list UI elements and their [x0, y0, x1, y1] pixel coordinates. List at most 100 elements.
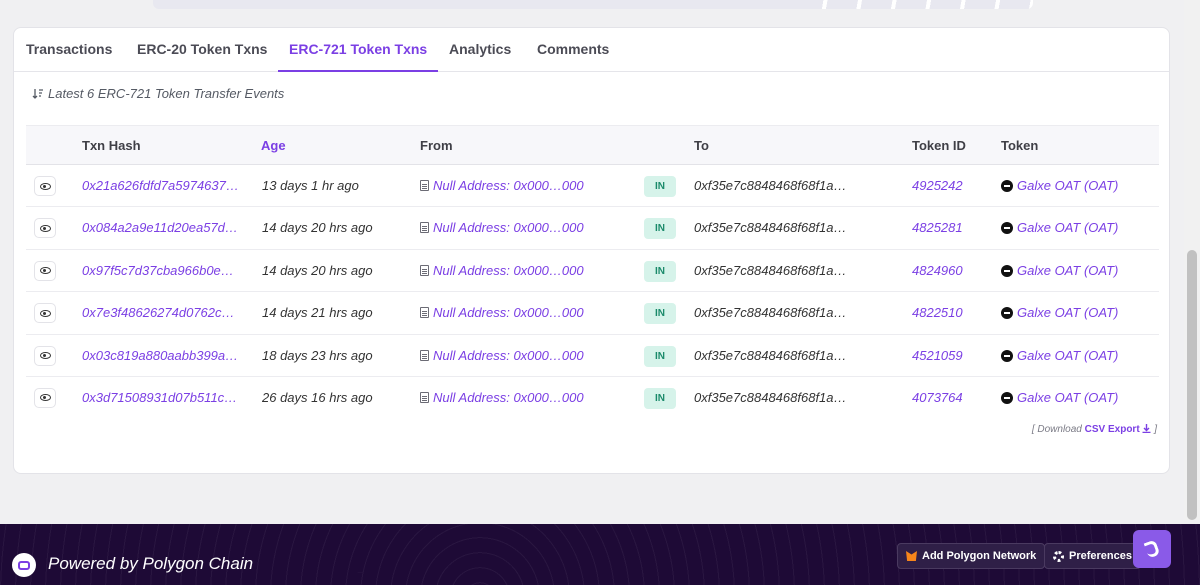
- txn-hash-link[interactable]: 0x3d71508931d07b511c…: [82, 377, 244, 419]
- tab-analytics[interactable]: Analytics: [449, 28, 511, 72]
- view-details-button[interactable]: [34, 303, 56, 324]
- from-address: Null Address: 0x000…000: [420, 165, 584, 207]
- eye-icon: [39, 182, 51, 190]
- transfer-rows: 0x21a626fdfd7a5974637… 13 days 1 hr ago …: [26, 165, 1159, 419]
- col-to: To: [694, 138, 709, 153]
- col-token: Token: [1001, 138, 1039, 153]
- token-link[interactable]: Galxe OAT (OAT): [1017, 390, 1118, 405]
- token-cell: Galxe OAT (OAT): [1001, 292, 1118, 334]
- txn-hash-link[interactable]: 0x21a626fdfd7a5974637…: [82, 165, 244, 207]
- document-icon: [420, 180, 429, 191]
- direction-badge: IN: [644, 387, 676, 409]
- token-cell: Galxe OAT (OAT): [1001, 165, 1118, 207]
- top-banner-strip: [153, 0, 1033, 9]
- to-address: 0xf35e7c8848468f68f1a…: [694, 220, 847, 236]
- token-logo-icon: [1001, 264, 1013, 277]
- txn-hash-link[interactable]: 0x97f5c7d37cba966b0e…: [82, 250, 244, 292]
- token-transfers-card: Transactions ERC-20 Token Txns ERC-721 T…: [13, 27, 1170, 474]
- tab-erc20-token-txns[interactable]: ERC-20 Token Txns: [137, 28, 267, 72]
- token-id-link[interactable]: 4822510: [912, 292, 963, 334]
- direction-badge: IN: [644, 260, 676, 282]
- add-polygon-network-button[interactable]: Add Polygon Network: [897, 543, 1046, 569]
- view-details-button[interactable]: [34, 218, 56, 239]
- from-address-link[interactable]: Null Address: 0x000…000: [433, 348, 584, 363]
- token-id-link[interactable]: 4925242: [912, 165, 963, 207]
- sort-descending-icon: [32, 88, 43, 99]
- txn-age: 13 days 1 hr ago: [262, 178, 359, 193]
- token-link[interactable]: Galxe OAT (OAT): [1017, 220, 1118, 235]
- document-icon: [420, 222, 429, 234]
- txn-age: 26 days 16 hrs ago: [262, 389, 373, 405]
- token-id-link[interactable]: 4825281: [912, 207, 963, 249]
- download-csv: [ Download CSV Export ]: [1031, 424, 1157, 435]
- txn-hash-link[interactable]: 0x084a2a9e11d20ea57d…: [82, 207, 244, 249]
- txn-age: 14 days 20 hrs ago: [262, 220, 373, 236]
- to-address: 0xf35e7c8848468f68f1a…: [694, 347, 847, 363]
- col-age[interactable]: Age: [261, 126, 286, 166]
- document-icon: [420, 391, 429, 403]
- token-link[interactable]: Galxe OAT (OAT): [1017, 263, 1118, 278]
- back-to-top-icon: [1143, 539, 1161, 559]
- token-id-link[interactable]: 4073764: [912, 377, 963, 419]
- txn-hash-link[interactable]: 0x7e3f48626274d0762c…: [82, 292, 244, 334]
- col-from: From: [420, 138, 453, 153]
- txn-age: 18 days 23 hrs ago: [262, 347, 373, 363]
- tab-erc721-token-txns[interactable]: ERC-721 Token Txns: [278, 28, 439, 72]
- document-icon: [420, 349, 429, 361]
- powered-by-text: Powered by Polygon Chain: [48, 554, 254, 573]
- transfer-events-subtitle: Latest 6 ERC-721 Token Transfer Events: [32, 86, 284, 101]
- token-cell: Galxe OAT (OAT): [1001, 335, 1118, 377]
- view-details-button[interactable]: [34, 176, 56, 196]
- token-cell: Galxe OAT (OAT): [1001, 207, 1118, 249]
- from-address-link[interactable]: Null Address: 0x000…000: [433, 390, 584, 405]
- document-icon: [420, 264, 429, 276]
- from-address: Null Address: 0x000…000: [420, 250, 584, 292]
- csv-export-link[interactable]: CSV Export: [1085, 424, 1140, 435]
- view-details-button[interactable]: [34, 260, 56, 281]
- table-row: 0x3d71508931d07b511c… 26 days 16 hrs ago…: [26, 377, 1159, 419]
- from-address-link[interactable]: Null Address: 0x000…000: [433, 178, 584, 193]
- view-details-button[interactable]: [34, 387, 56, 408]
- to-address: 0xf35e7c8848468f68f1a…: [694, 178, 847, 193]
- view-details-button[interactable]: [34, 345, 56, 366]
- txn-age: 14 days 21 hrs ago: [262, 305, 373, 321]
- preferences-button[interactable]: Preferences: [1044, 543, 1141, 569]
- table-row: 0x21a626fdfd7a5974637… 13 days 1 hr ago …: [26, 165, 1159, 208]
- token-logo-icon: [1001, 349, 1013, 362]
- back-to-top-button[interactable]: [1133, 530, 1171, 568]
- token-logo-icon: [1001, 180, 1013, 192]
- token-link[interactable]: Galxe OAT (OAT): [1017, 178, 1118, 193]
- scrollbar-thumb[interactable]: [1187, 250, 1197, 520]
- from-address-link[interactable]: Null Address: 0x000…000: [433, 305, 584, 320]
- token-link[interactable]: Galxe OAT (OAT): [1017, 348, 1118, 363]
- token-logo-icon: [1001, 391, 1013, 404]
- gear-icon: [1053, 550, 1064, 562]
- txn-hash-link[interactable]: 0x03c819a880aabb399a…: [82, 335, 244, 377]
- tab-bar: Transactions ERC-20 Token Txns ERC-721 T…: [14, 28, 1169, 72]
- col-txn-hash: Txn Hash: [82, 138, 141, 153]
- col-token-id: Token ID: [912, 138, 966, 153]
- tab-transactions[interactable]: Transactions: [26, 28, 112, 72]
- direction-badge: IN: [644, 218, 676, 240]
- table-row: 0x97f5c7d37cba966b0e… 14 days 20 hrs ago…: [26, 250, 1159, 293]
- to-address: 0xf35e7c8848468f68f1a…: [694, 262, 847, 278]
- eye-icon: [39, 309, 51, 317]
- from-address-link[interactable]: Null Address: 0x000…000: [433, 220, 584, 235]
- from-address-link[interactable]: Null Address: 0x000…000: [433, 263, 584, 278]
- table-row: 0x084a2a9e11d20ea57d… 14 days 20 hrs ago…: [26, 207, 1159, 250]
- token-link[interactable]: Galxe OAT (OAT): [1017, 305, 1118, 320]
- document-icon: [420, 307, 429, 319]
- token-id-link[interactable]: 4824960: [912, 250, 963, 292]
- site-footer: Powered by Polygon Chain Add Polygon Net…: [0, 524, 1200, 585]
- token-id-link[interactable]: 4521059: [912, 335, 963, 377]
- eye-icon: [39, 224, 51, 232]
- tab-comments[interactable]: Comments: [537, 28, 609, 72]
- polygon-logo-icon: [12, 553, 36, 577]
- from-address: Null Address: 0x000…000: [420, 377, 584, 419]
- to-address: 0xf35e7c8848468f68f1a…: [694, 305, 847, 321]
- direction-badge: IN: [644, 176, 676, 197]
- token-logo-icon: [1001, 307, 1013, 320]
- download-icon[interactable]: [1142, 424, 1151, 434]
- scrollbar[interactable]: [1184, 0, 1200, 520]
- to-address: 0xf35e7c8848468f68f1a…: [694, 389, 847, 405]
